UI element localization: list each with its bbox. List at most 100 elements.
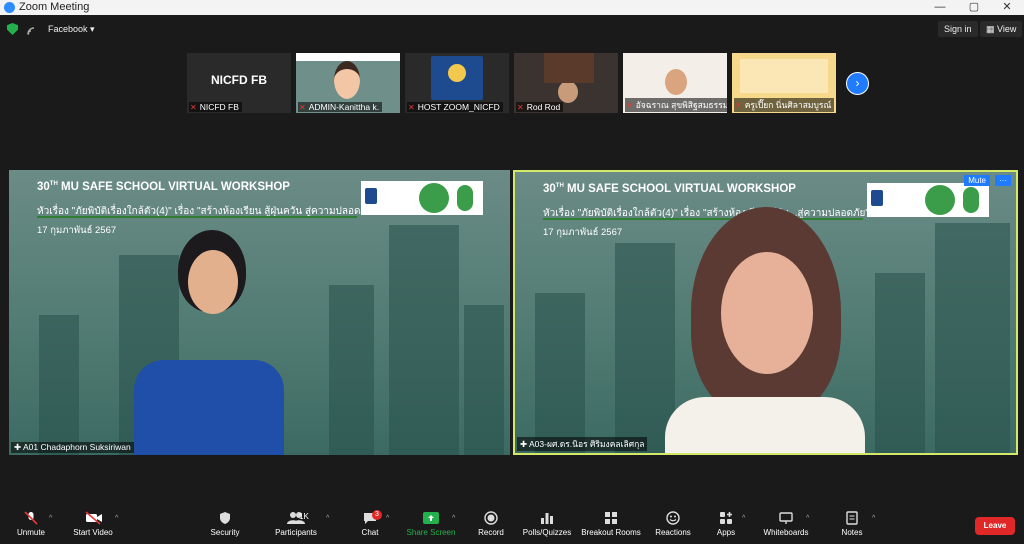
polls-button[interactable]: Polls/Quizzes <box>521 511 573 537</box>
apps-icon <box>718 511 734 525</box>
share-options-caret[interactable]: ^ <box>452 515 455 522</box>
connection-signal-icon[interactable] <box>26 24 38 36</box>
pin-icon: ✚ <box>520 439 530 449</box>
security-button[interactable]: Security <box>208 511 242 537</box>
workshop-date: 17 กุมภาพันธ์ 2567 <box>543 227 623 238</box>
title-underline <box>37 216 357 218</box>
next-page-button[interactable]: › <box>846 72 869 95</box>
sponsor-logos <box>867 183 989 217</box>
share-screen-icon <box>423 511 439 525</box>
record-label: Record <box>478 528 504 537</box>
whiteboards-button[interactable]: Whiteboards <box>762 511 810 537</box>
participant-thumbnail[interactable]: ✕ ADMIN-Kanittha k. <box>296 53 400 113</box>
more-options-button[interactable]: ··· <box>995 175 1011 186</box>
notes-icon <box>844 511 860 525</box>
whiteboards-label: Whiteboards <box>763 528 809 537</box>
muted-mic-icon: ✕ <box>735 101 742 110</box>
muted-mic-icon: ✕ <box>517 103 524 112</box>
speaker-name-left: ✚ A01 Chadaphorn Suksiriwan <box>11 442 134 453</box>
notes-options-caret[interactable]: ^ <box>872 515 875 522</box>
title-bar: Zoom Meeting — ▢ ✕ <box>0 0 1024 15</box>
participants-count: 1K <box>299 512 309 521</box>
muted-mic-icon: ✕ <box>190 103 197 112</box>
slide-content <box>740 59 828 93</box>
nicfd-seal-icon <box>419 183 449 213</box>
speaker-figure <box>665 207 865 453</box>
record-icon <box>483 511 499 525</box>
apps-button[interactable]: Apps <box>713 511 739 537</box>
participant-name: ✕ ครูเปี๊ยก นิ่นศิลาสมบูรณ์ <box>734 98 835 112</box>
participant-thumbnail[interactable]: ✕ ครูเปี๊ยก นิ่นศิลาสมบูรณ์ <box>732 53 836 113</box>
sign-in-button[interactable]: Sign in <box>938 21 978 37</box>
zoom-logo-icon <box>4 2 15 13</box>
participants-options-caret[interactable]: ^ <box>326 515 329 522</box>
speaker-figure <box>134 220 284 455</box>
participants-icon: 1K <box>279 511 313 525</box>
mute-participant-button[interactable]: Mute <box>964 175 990 186</box>
workshop-title: 30TH MU SAFE SCHOOL VIRTUAL WORKSHOP <box>37 181 290 193</box>
thumbnail-text: NICFD FB <box>211 73 267 87</box>
participant-thumbnail[interactable]: ✕ Rod Rod <box>514 53 618 113</box>
participant-thumbnail[interactable]: NICFD FB ✕ NICFD FB <box>187 53 291 113</box>
reactions-button[interactable]: Reactions <box>654 511 692 537</box>
notes-button[interactable]: Notes <box>838 511 866 537</box>
whiteboards-options-caret[interactable]: ^ <box>806 515 809 522</box>
share-screen-button[interactable]: Share Screen <box>406 511 456 537</box>
record-button[interactable]: Record <box>474 511 508 537</box>
child-logo-icon <box>457 185 473 211</box>
speaker-video-right[interactable]: 30TH MU SAFE SCHOOL VIRTUAL WORKSHOP หัว… <box>513 170 1018 455</box>
participant-name: ✕ ADMIN-Kanittha k. <box>298 102 383 112</box>
unmute-button[interactable]: Unmute <box>14 511 48 537</box>
participants-label: Participants <box>275 528 317 537</box>
apps-options-caret[interactable]: ^ <box>742 515 745 522</box>
participant-name: ✕ Rod Rod <box>516 102 564 112</box>
chat-options-caret[interactable]: ^ <box>386 515 389 522</box>
pin-icon: ✚ <box>14 442 24 452</box>
facebook-live-button[interactable]: Facebook ▾ <box>42 21 101 37</box>
video-off-icon <box>85 511 102 525</box>
start-video-label: Start Video <box>73 528 113 537</box>
speaker-name-right: ✚ A03-ผศ.ดร.นิอร ศิริมงคลเลิศกุล <box>517 437 648 451</box>
muted-mic-icon: ✕ <box>626 101 633 110</box>
polls-label: Polls/Quizzes <box>522 528 572 537</box>
smiley-icon <box>665 511 681 525</box>
shield-icon <box>217 511 233 525</box>
maximize-button[interactable]: ▢ <box>957 0 991 15</box>
workshop-date: 17 กุมภาพันธ์ 2567 <box>37 225 117 236</box>
participants-button[interactable]: 1K Participants <box>271 511 321 537</box>
breakout-rooms-button[interactable]: Breakout Rooms <box>580 511 642 537</box>
muted-mic-icon <box>23 511 39 525</box>
share-screen-label: Share Screen <box>406 528 456 537</box>
meeting-toolbar: Unmute ^ Start Video ^ Security 1K Parti… <box>0 505 1024 544</box>
reactions-label: Reactions <box>655 528 691 537</box>
view-button[interactable]: ▦ View <box>980 21 1023 37</box>
whiteboard-icon <box>778 511 794 525</box>
apps-label: Apps <box>716 528 736 537</box>
audio-options-caret[interactable]: ^ <box>49 515 52 522</box>
notes-label: Notes <box>841 528 863 537</box>
start-video-button[interactable]: Start Video <box>70 511 116 537</box>
avatar <box>334 61 360 99</box>
mahidol-logo-icon <box>871 190 883 206</box>
chat-unread-badge: 3 <box>372 510 382 520</box>
minimize-button[interactable]: — <box>923 0 957 15</box>
speaker-video-left[interactable]: 30TH MU SAFE SCHOOL VIRTUAL WORKSHOP หัว… <box>9 170 510 455</box>
workshop-title: 30TH MU SAFE SCHOOL VIRTUAL WORKSHOP <box>543 183 796 195</box>
video-options-caret[interactable]: ^ <box>115 515 118 522</box>
webcam-person <box>665 69 687 95</box>
participant-name: ✕ NICFD FB <box>189 102 242 112</box>
meeting-top-bar: Facebook ▾ Sign in ▦ View <box>0 15 1024 44</box>
webcam-person <box>558 81 578 103</box>
leave-button[interactable]: Leave <box>975 517 1015 535</box>
mahidol-logo-icon <box>365 188 377 204</box>
participant-name: ✕ อัจฉราณ สุขพิสิฐสมธรรม <box>625 98 727 112</box>
sponsor-logos <box>361 181 483 215</box>
participant-thumbnail[interactable]: ✕ อัจฉราณ สุขพิสิฐสมธรรม <box>623 53 727 113</box>
grid-icon <box>603 511 619 525</box>
webcam-background <box>544 53 594 83</box>
close-button[interactable]: ✕ <box>990 0 1024 15</box>
security-shield-icon[interactable] <box>7 23 18 35</box>
bar-chart-icon <box>539 511 555 525</box>
unmute-label: Unmute <box>16 528 45 537</box>
participant-thumbnail[interactable]: ✕ HOST ZOOM_NICFD <box>405 53 509 113</box>
